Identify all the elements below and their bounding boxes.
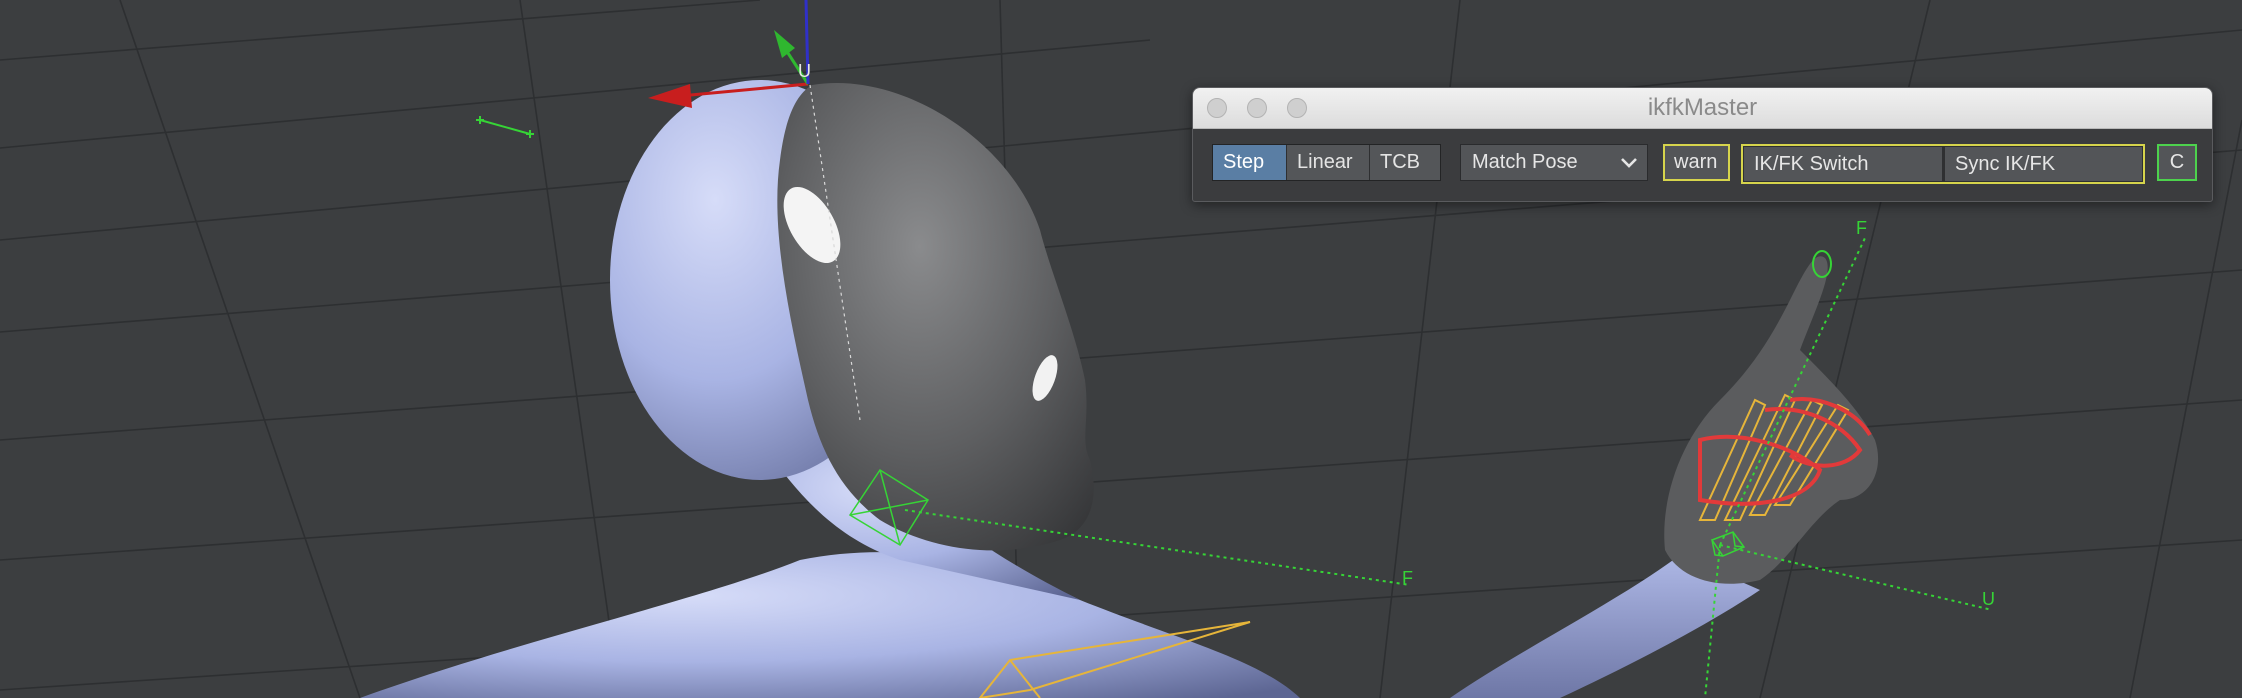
ik-fk-switch-button[interactable]: IK/FK Switch: [1744, 147, 1942, 181]
match-pose-value: Match Pose: [1472, 151, 1578, 173]
chevron-down-icon: [1621, 158, 1637, 168]
warn-button[interactable]: warn: [1663, 144, 1730, 181]
interpolation-linear-option[interactable]: Linear: [1287, 145, 1370, 180]
sync-ik-fk-button[interactable]: Sync IK/FK: [1945, 147, 2142, 181]
axis-label-forward-hand: F: [1856, 218, 1867, 238]
ik-fk-button-group: IK/FK Switch Sync IK/FK: [1741, 144, 2145, 184]
window-titlebar[interactable]: ikfkMaster: [1193, 88, 2212, 129]
body-torso: [360, 552, 1300, 698]
axis-label-up-hand: U: [1982, 589, 1995, 609]
window-title: ikfkMaster: [1647, 94, 1758, 121]
match-pose-dropdown[interactable]: Match Pose: [1460, 144, 1648, 181]
floating-control: [476, 116, 534, 138]
c-button[interactable]: C: [2157, 144, 2197, 181]
interpolation-tcb-option[interactable]: TCB: [1370, 145, 1440, 180]
axis-label-up-head: U: [798, 61, 811, 81]
interpolation-segmented-control: Step Linear TCB: [1212, 144, 1441, 181]
ikfkmaster-window: ikfkMaster Step Linear TCB Match Pose wa…: [1192, 87, 2213, 202]
axis-label-forward-neck: F: [1402, 568, 1413, 588]
interpolation-step-option[interactable]: Step: [1213, 145, 1287, 180]
toolbar: Step Linear TCB Match Pose warn IK/FK Sw…: [1193, 129, 2212, 201]
